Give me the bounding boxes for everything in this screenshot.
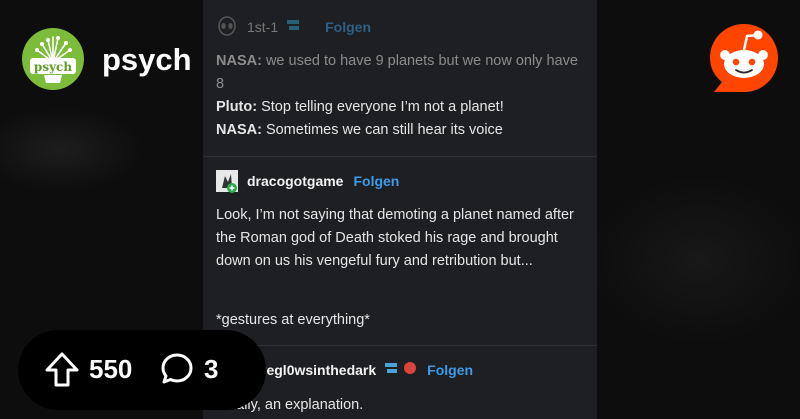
alien-avatar-icon	[216, 16, 238, 38]
speaker: NASA:	[216, 122, 262, 138]
dialogue-line: NASA: Sometimes we can still hear its vo…	[216, 119, 584, 142]
speaker: NASA:	[216, 53, 262, 69]
follow-button[interactable]: Folgen	[427, 362, 473, 378]
badge-icon	[383, 361, 399, 380]
dialogue-line: NASA: we used to have 9 planets but we n…	[216, 50, 584, 96]
post-1st-1: 1st-1 Folgen NASA: we used to have 9 pla…	[203, 0, 597, 155]
red-badge-icon	[403, 361, 417, 380]
follow-button[interactable]: Folgen	[353, 173, 399, 189]
upvote-arrow-icon[interactable]	[44, 351, 80, 389]
comment-count: 3	[204, 354, 219, 384]
post-header: dracogotgame Folgen	[216, 170, 399, 193]
line-text: we used to have 9 planets but we now onl…	[216, 53, 578, 92]
post-action-bar: 550 3	[18, 330, 266, 410]
post-header: 1st-1 Folgen	[216, 16, 371, 38]
username[interactable]: dracogotgame	[247, 173, 343, 189]
subreddit-name[interactable]: psych	[102, 40, 192, 80]
psych-logo-text: psych	[34, 60, 72, 74]
user-avatar[interactable]	[216, 170, 238, 193]
line-text: Sometimes we can still hear its voice	[261, 122, 503, 138]
post-body: Finally, an explanation.	[216, 397, 364, 413]
post-body: Look, I’m not saying that demoting a pla…	[216, 207, 574, 269]
comment-bubble-icon[interactable]	[160, 352, 194, 386]
badge-icon	[285, 18, 301, 37]
post-dracogotgame: dracogotgame Folgen Look, I’m not saying…	[203, 156, 597, 345]
follow-button[interactable]: Folgen	[325, 19, 371, 35]
username[interactable]: 1st-1	[247, 19, 278, 35]
username[interactable]: l0vegl0wsinthedark	[247, 362, 376, 378]
line-text: Stop telling everyone I’m not a planet!	[257, 99, 504, 115]
upvote-count: 550	[89, 354, 133, 384]
subreddit-avatar[interactable]: psych	[22, 28, 84, 90]
speaker: Pluto:	[216, 99, 258, 115]
psych-logo-icon: psych	[30, 36, 76, 83]
reddit-snoo-icon	[710, 24, 778, 92]
post-body: *gestures at everything*	[216, 312, 370, 328]
dialogue-line: Pluto: Stop telling everyone I’m not a p…	[216, 96, 584, 119]
